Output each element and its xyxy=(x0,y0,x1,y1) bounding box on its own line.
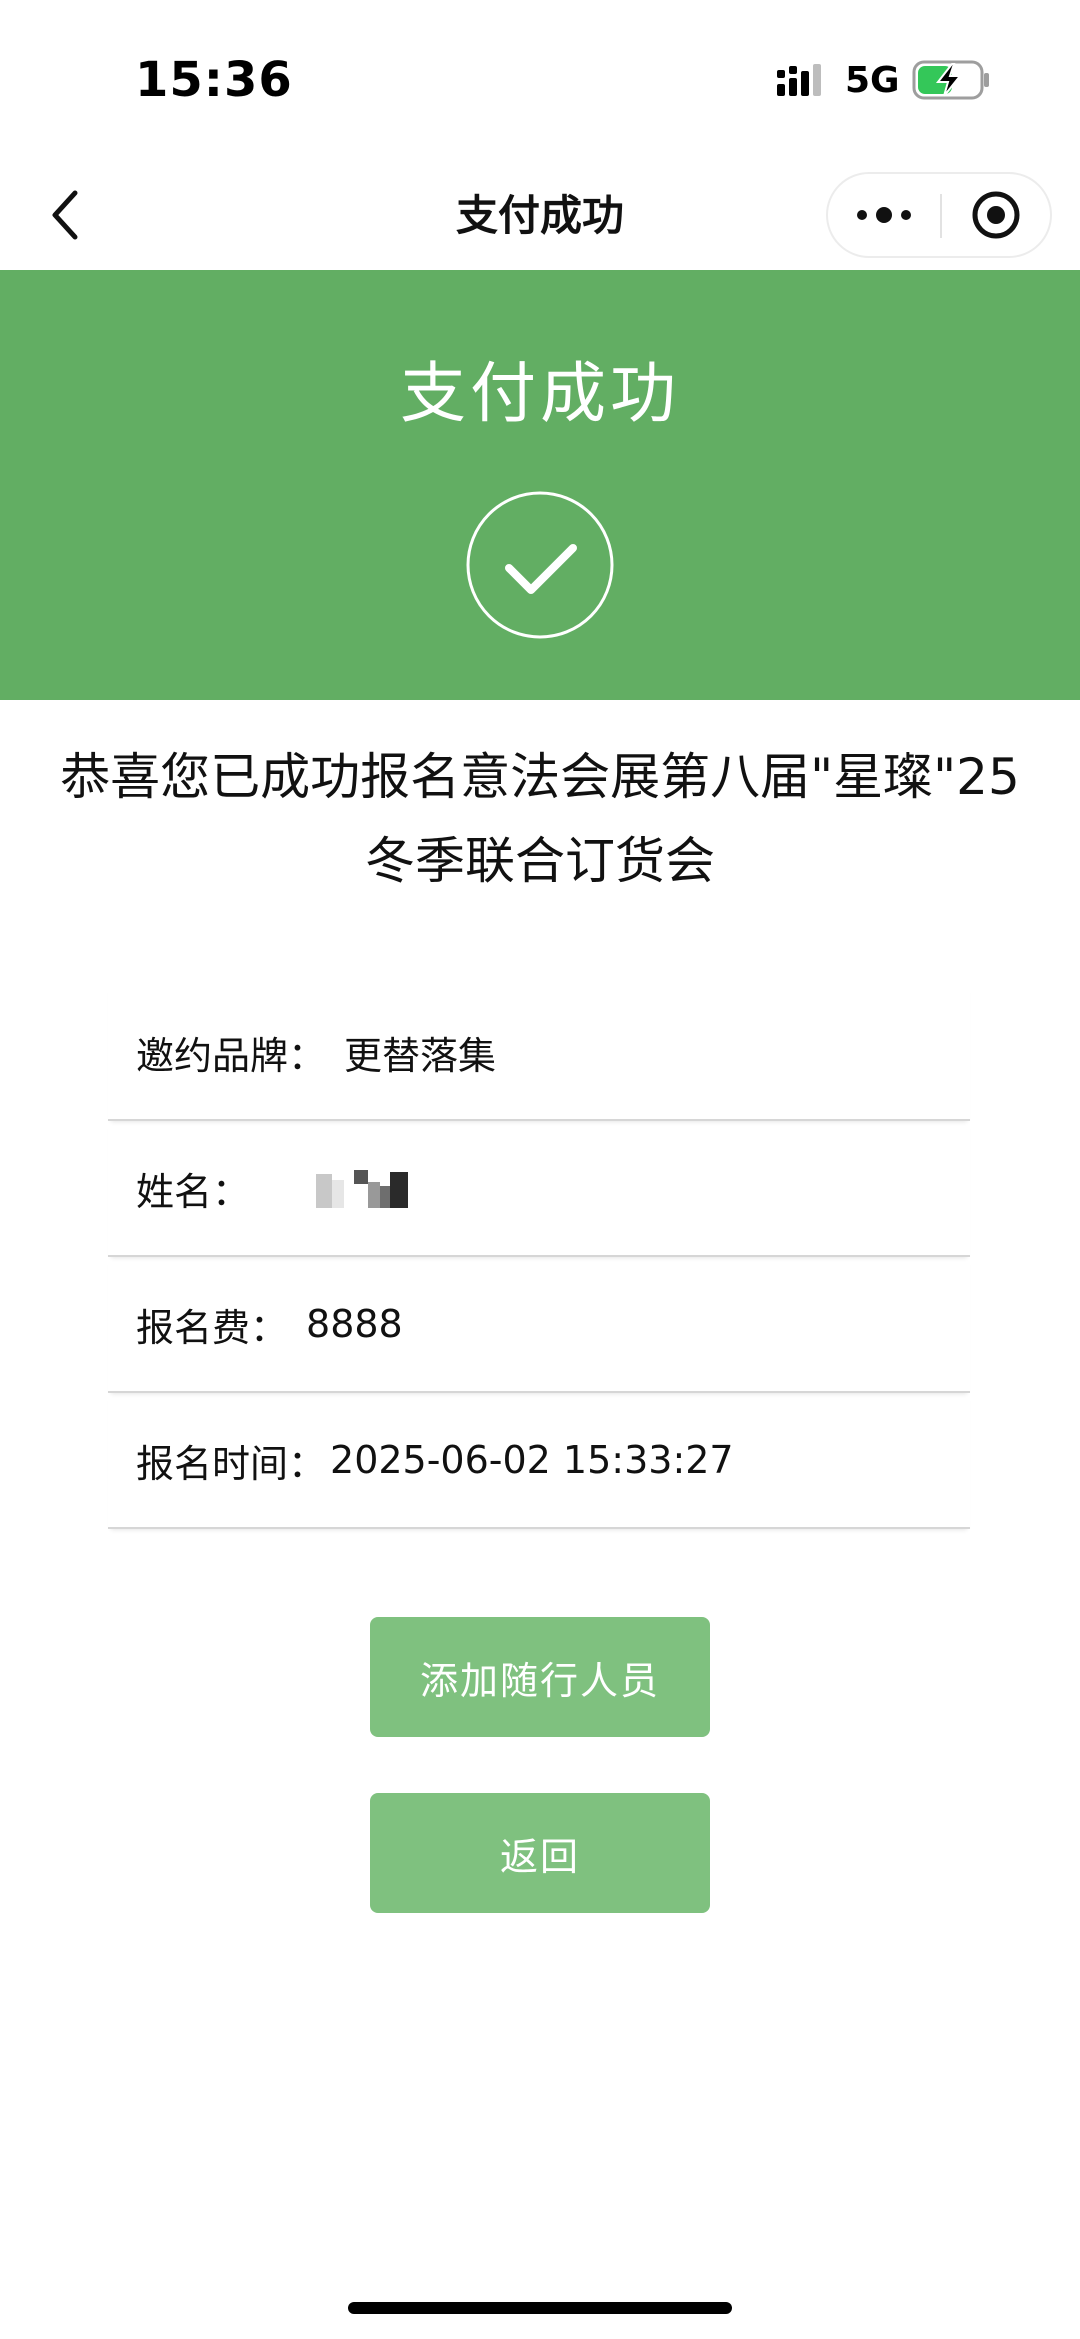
return-button[interactable]: 返回 xyxy=(370,1793,710,1913)
success-banner: 支付成功 xyxy=(0,270,1080,700)
banner-title: 支付成功 xyxy=(400,355,680,432)
name-redacted-mosaic xyxy=(316,1168,412,1208)
signal-icon xyxy=(777,64,821,96)
success-message-line2: 冬季联合订货会 xyxy=(365,832,715,890)
check-circle-icon xyxy=(466,491,614,639)
network-type: 5G xyxy=(845,60,900,101)
more-button[interactable] xyxy=(828,174,940,256)
payment-success-page: 15:36 5G 支付成功 支付成功 恭喜您已成功报名意法会展第八届"星璨"25… xyxy=(0,0,1080,2339)
brand-value: 更替落集 xyxy=(344,1033,497,1078)
home-indicator[interactable] xyxy=(348,2302,732,2314)
fee-label: 报名费： xyxy=(136,1305,289,1350)
add-companion-button[interactable]: 添加随行人员 xyxy=(370,1617,710,1737)
status-time: 15:36 xyxy=(135,52,293,108)
success-message-line1: 恭喜您已成功报名意法会展第八届"星璨"25 xyxy=(60,748,1020,806)
time-value: 2025-06-02 15:33:27 xyxy=(330,1438,734,1482)
registration-info: 邀约品牌： 更替落集 姓名： 报名费： 8888 报名时间： 2025-06-0… xyxy=(108,985,970,1529)
info-row-time: 报名时间： 2025-06-02 15:33:27 xyxy=(108,1393,970,1529)
name-label: 姓名： xyxy=(136,1169,251,1214)
info-row-brand: 邀约品牌： 更替落集 xyxy=(108,985,970,1121)
status-bar: 15:36 5G xyxy=(0,0,1080,160)
nav-bar: 支付成功 xyxy=(0,160,1080,270)
success-message: 恭喜您已成功报名意法会展第八届"星璨"25 冬季联合订货会 xyxy=(30,735,1050,903)
brand-label: 邀约品牌： xyxy=(136,1033,327,1078)
info-row-name: 姓名： xyxy=(108,1121,970,1257)
battery-charging-icon xyxy=(912,60,989,100)
close-target-icon xyxy=(972,191,1020,239)
time-label: 报名时间： xyxy=(136,1441,327,1486)
fee-value: 8888 xyxy=(306,1302,403,1346)
more-dots-icon xyxy=(857,207,911,223)
close-button[interactable] xyxy=(942,174,1050,256)
info-row-fee: 报名费： 8888 xyxy=(108,1257,970,1393)
mini-program-capsule xyxy=(826,172,1052,258)
